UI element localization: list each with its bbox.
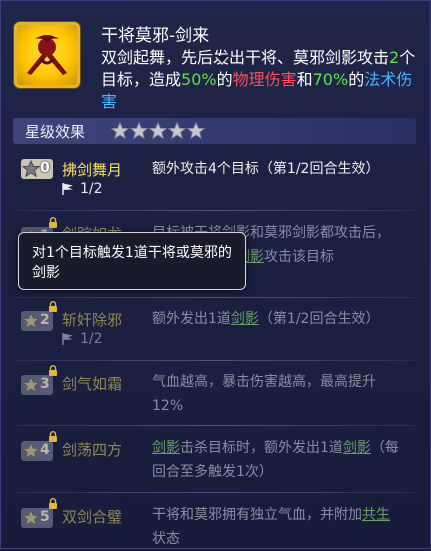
swords-icon: [14, 22, 80, 88]
effect-name: 双剑合璧: [62, 508, 123, 526]
star-icon: [111, 122, 129, 140]
star-icon: [168, 122, 186, 140]
star-icon: [22, 376, 40, 394]
tooltip-pointer-inner: [216, 56, 228, 63]
star-level-badge: 2: [21, 311, 53, 331]
tooltip-text: 对1个目标触发1道干将或莫邪的剑影: [32, 245, 232, 281]
star-effects-label: 星级效果: [25, 123, 86, 141]
effect-name: 剑荡四方: [62, 441, 123, 459]
effect-description: 额外攻击4个目标（第1/2回合生效）: [152, 161, 380, 177]
flag-icon: [62, 333, 73, 345]
divider: [15, 360, 415, 361]
star-rating: [111, 122, 205, 140]
divider: [15, 297, 415, 298]
lock-icon: [49, 365, 57, 376]
star-icon: [130, 122, 148, 140]
sword-shadow-link[interactable]: 剑影: [343, 440, 371, 456]
divider: [15, 210, 415, 211]
star-icon: [187, 122, 205, 140]
effect-progress: 1/2: [61, 331, 103, 347]
sword-shadow-link[interactable]: 剑影: [231, 311, 259, 327]
skill-description: 双剑起舞，先后发出干将、莫邪剑影攻击2个目标，造成50%的物理伤害和70%的法术…: [101, 48, 416, 111]
effect-name: 剑气如霜: [62, 375, 123, 393]
skill-detail-panel: 干将莫邪-剑来 双剑起舞，先后发出干将、莫邪剑影攻击2个目标，造成50%的物理伤…: [0, 0, 431, 549]
lock-icon: [49, 301, 57, 312]
star-icon: [149, 122, 167, 140]
star-icon: [22, 160, 40, 178]
lock-icon: [49, 431, 57, 442]
effect-description: 额外发出1道剑影（第1/2回合生效）: [152, 311, 380, 327]
divider: [15, 492, 415, 493]
sword-shadow-link[interactable]: 剑影: [152, 440, 180, 456]
star-level-badge: 0: [21, 159, 53, 179]
physical-damage-text: 物理伤害: [232, 70, 297, 89]
star-icon: [22, 442, 40, 460]
star-icon: [22, 509, 40, 527]
lock-icon: [49, 217, 57, 228]
effect-description: 干将和莫邪拥有独立气血，并附加共生状态: [152, 507, 390, 547]
skill-title: 干将莫邪-剑来: [101, 26, 210, 46]
effect-description: 剑影击杀目标时，额外发出1道剑影（每回合至多触发1次）: [152, 440, 399, 480]
flag-icon: [62, 183, 73, 195]
star-effects-header: 星级效果: [13, 118, 416, 144]
star-level-badge: 5: [21, 508, 53, 528]
divider: [15, 425, 415, 426]
effect-description: 气血越高，暴击伤害越高，最高提升12%: [152, 374, 376, 414]
star-level-badge: 4: [21, 441, 53, 461]
effect-name: 拂剑舞月: [62, 161, 123, 179]
star-icon: [22, 312, 40, 330]
effect-progress: 1/2: [61, 181, 103, 197]
star-level-badge: 3: [21, 375, 53, 395]
sword-shadow-tooltip: 对1个目标触发1道干将或莫邪的剑影: [18, 232, 246, 290]
effect-name: 斩奸除邪: [62, 311, 123, 329]
lock-icon: [49, 498, 57, 509]
symbiosis-link[interactable]: 共生: [362, 507, 390, 523]
